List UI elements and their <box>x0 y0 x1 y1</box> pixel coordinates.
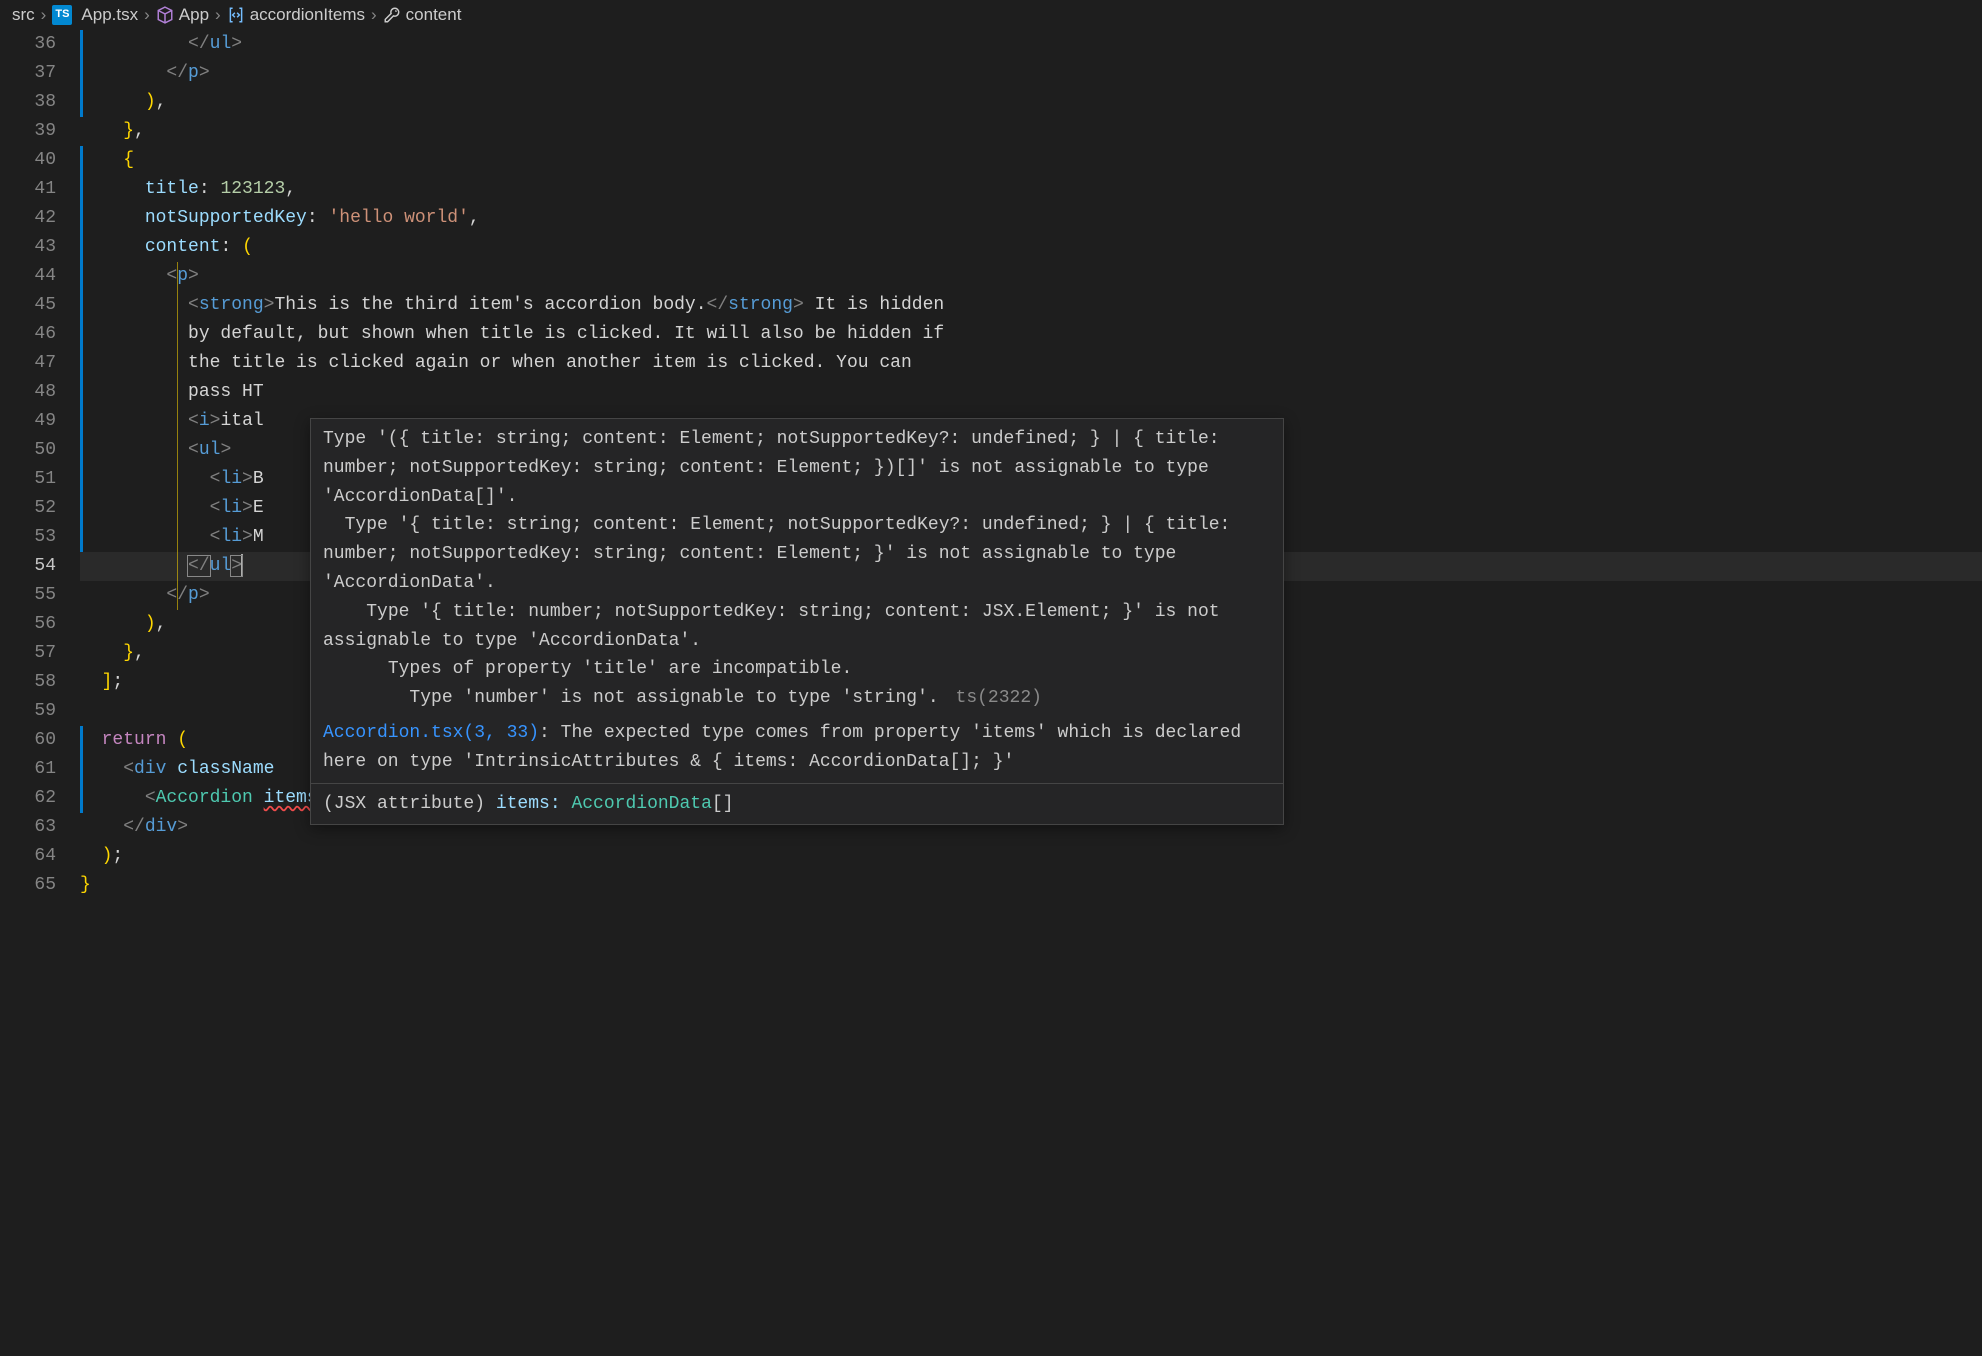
text-content: E <box>253 498 264 518</box>
code-line[interactable]: content: ( <box>80 233 1982 262</box>
text-content: ital <box>220 411 263 431</box>
code-line[interactable]: title: 123123, <box>80 175 1982 204</box>
line-number[interactable]: 62 <box>0 784 56 813</box>
breadcrumb-label: accordionItems <box>250 1 365 28</box>
line-number[interactable]: 52 <box>0 494 56 523</box>
error-code: ts(2322) <box>956 688 1042 708</box>
breadcrumb-file[interactable]: TS App.tsx <box>52 1 138 28</box>
keyword-return: return <box>102 730 167 750</box>
line-number[interactable]: 63 <box>0 813 56 842</box>
chevron-right-icon: › <box>144 1 150 28</box>
line-number[interactable]: 59 <box>0 697 56 726</box>
line-number[interactable]: 47 <box>0 349 56 378</box>
def-name: items: <box>485 794 571 814</box>
cube-icon <box>156 6 174 24</box>
chevron-right-icon: › <box>215 1 221 28</box>
wrench-icon <box>383 6 401 24</box>
line-number[interactable]: 44 <box>0 262 56 291</box>
breadcrumb-symbol-app[interactable]: App <box>156 1 209 28</box>
line-number[interactable]: 38 <box>0 88 56 117</box>
component-accordion: Accordion <box>156 788 253 808</box>
line-number[interactable]: 54 <box>0 552 56 581</box>
attr-classname: className <box>177 759 274 779</box>
code-line[interactable]: { <box>80 146 1982 175</box>
code-line[interactable]: by default, but shown when title is clic… <box>80 320 1982 349</box>
brackets-icon <box>227 6 245 24</box>
text-content: M <box>253 527 264 547</box>
line-number[interactable]: 39 <box>0 117 56 146</box>
related-location-link[interactable]: Accordion.tsx(3, 33) <box>323 723 539 743</box>
typescript-icon: TS <box>52 5 72 25</box>
line-number[interactable]: 41 <box>0 175 56 204</box>
line-number[interactable]: 49 <box>0 407 56 436</box>
line-number[interactable]: 64 <box>0 842 56 871</box>
text-content: This is the third item's accordion body. <box>274 295 706 315</box>
breadcrumb-label: App <box>179 1 209 28</box>
hover-tooltip[interactable]: Type '({ title: string; content: Element… <box>310 418 1284 825</box>
line-number[interactable]: 57 <box>0 639 56 668</box>
def-type: AccordionData <box>571 794 711 814</box>
chevron-right-icon: › <box>41 1 47 28</box>
line-number[interactable]: 58 <box>0 668 56 697</box>
line-number[interactable]: 61 <box>0 755 56 784</box>
text-cursor <box>241 554 243 576</box>
breadcrumb-file-label: App.tsx <box>81 1 138 28</box>
code-editor[interactable]: 36 37 38 39 40 41 42 43 44 45 46 47 48 4… <box>0 30 1982 900</box>
breadcrumb-symbol-content[interactable]: content <box>383 1 462 28</box>
hover-error-section: Type '({ title: string; content: Element… <box>311 419 1283 719</box>
code-line[interactable]: </ul> <box>80 30 1982 59</box>
code-line[interactable]: ), <box>80 88 1982 117</box>
breadcrumb-label: content <box>406 1 462 28</box>
hover-related-section: Accordion.tsx(3, 33): The expected type … <box>311 719 1283 783</box>
code-line[interactable]: } <box>80 871 1982 900</box>
value-number: 123123 <box>220 179 285 199</box>
line-number[interactable]: 45 <box>0 291 56 320</box>
bracket-guide <box>177 262 178 610</box>
code-line[interactable]: <strong>This is the third item's accordi… <box>80 291 1982 320</box>
line-number[interactable]: 42 <box>0 204 56 233</box>
text-content: B <box>253 469 264 489</box>
prop-title: title <box>145 179 199 199</box>
line-number[interactable]: 51 <box>0 465 56 494</box>
line-number[interactable]: 55 <box>0 581 56 610</box>
breadcrumb-symbol-accordion-items[interactable]: accordionItems <box>227 1 365 28</box>
code-line[interactable]: </p> <box>80 59 1982 88</box>
line-number[interactable]: 37 <box>0 59 56 88</box>
def-suffix: [] <box>712 794 734 814</box>
line-number[interactable]: 46 <box>0 320 56 349</box>
line-number[interactable]: 40 <box>0 146 56 175</box>
code-line[interactable]: pass HT <box>80 378 1982 407</box>
code-line[interactable]: }, <box>80 117 1982 146</box>
value-string: 'hello world' <box>328 208 468 228</box>
code-line[interactable]: <p> <box>80 262 1982 291</box>
breadcrumb: src › TS App.tsx › App › accordionItems … <box>0 0 1982 30</box>
breadcrumb-src[interactable]: src <box>12 1 35 28</box>
hover-definition-section: (JSX attribute) items: AccordionData[] <box>311 783 1283 825</box>
line-number[interactable]: 53 <box>0 523 56 552</box>
text-content: It is hidden <box>804 295 944 315</box>
line-number[interactable]: 56 <box>0 610 56 639</box>
code-line[interactable]: notSupportedKey: 'hello world', <box>80 204 1982 233</box>
prop-notsupportedkey: notSupportedKey <box>145 208 307 228</box>
line-number[interactable]: 65 <box>0 871 56 900</box>
def-kind: (JSX attribute) <box>323 794 485 814</box>
line-number-gutter[interactable]: 36 37 38 39 40 41 42 43 44 45 46 47 48 4… <box>0 30 80 900</box>
code-line[interactable]: the title is clicked again or when anoth… <box>80 349 1982 378</box>
text-content: the title is clicked again or when anoth… <box>188 353 912 373</box>
prop-content: content <box>145 237 221 257</box>
line-number[interactable]: 60 <box>0 726 56 755</box>
line-number[interactable]: 48 <box>0 378 56 407</box>
line-number[interactable]: 36 <box>0 30 56 59</box>
chevron-right-icon: › <box>371 1 377 28</box>
text-content: by default, but shown when title is clic… <box>188 324 944 344</box>
error-message: Type '({ title: string; content: Element… <box>323 429 1241 708</box>
text-content: pass HT <box>188 382 264 402</box>
code-line[interactable]: ); <box>80 842 1982 871</box>
line-number[interactable]: 43 <box>0 233 56 262</box>
line-number[interactable]: 50 <box>0 436 56 465</box>
